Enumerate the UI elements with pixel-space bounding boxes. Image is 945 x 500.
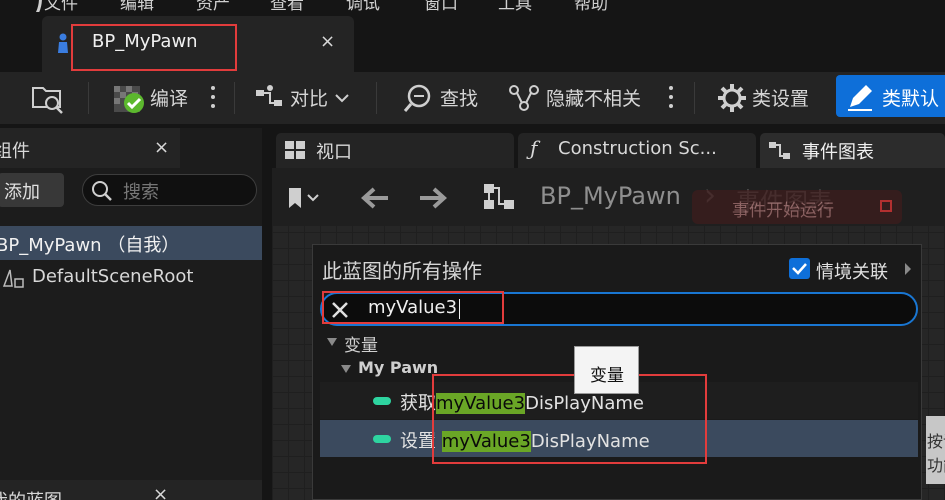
event-graph-icon (769, 142, 790, 159)
class-defaults-label: 类默认 (882, 88, 940, 110)
tab-construction-script-label: Construction Sc... (558, 138, 717, 159)
toolbar: 编译 对比 查找 隐藏不相关 类设置 (0, 72, 945, 124)
search-icon (92, 181, 112, 201)
details-fragment: 按调 功能 (926, 416, 945, 484)
add-component-button[interactable]: 添加 (0, 173, 64, 207)
menu-bar: 文件 编辑 资产 查看 调试 窗口 工具 帮助 (0, 0, 945, 12)
my-blueprint-panel-close-button[interactable]: × (153, 484, 168, 500)
compile-options-icon[interactable] (211, 86, 215, 112)
category-my-pawn-label: My Pawn (358, 358, 439, 377)
details-fragment-line1: 按调 (927, 432, 945, 451)
tab-event-graph-label: 事件图表 (802, 142, 874, 163)
tab-event-graph[interactable]: 事件图表 (760, 133, 945, 168)
variable-pill-icon (373, 397, 391, 405)
bookmark-icon[interactable] (286, 186, 322, 210)
components-panel-header: 组件 × (0, 128, 180, 168)
component-row-default-scene-root-label: DefaultSceneRoot (32, 266, 194, 287)
component-search-placeholder: 搜索 (123, 182, 159, 203)
expand-triangle-icon (327, 338, 337, 346)
context-sensitive-label: 情境关联 (816, 262, 888, 283)
details-fragment-line2: 功能 (927, 456, 945, 475)
forward-arrow-icon[interactable] (418, 186, 448, 210)
menu-edit[interactable]: 编辑 (120, 0, 154, 12)
hide-unrelated-options-icon[interactable] (669, 86, 673, 112)
menu-asset[interactable]: 资产 (196, 0, 230, 12)
menu-debug[interactable]: 调试 (346, 0, 380, 12)
breadcrumb-root[interactable]: BP_MyPawn (540, 182, 681, 210)
tooltip-text: 变量 (590, 366, 624, 386)
viewport-icon (285, 141, 305, 159)
menu-file[interactable]: 文件 (44, 0, 78, 12)
tooltip: 变量 (574, 346, 639, 394)
context-sensitive-checkbox[interactable] (789, 258, 810, 279)
component-row-self[interactable]: BP_MyPawn （自我） (0, 226, 262, 260)
components-panel-title: 组件 (0, 141, 30, 162)
add-component-label: 添加 (4, 182, 40, 203)
annotation-box-search (322, 291, 504, 324)
my-blueprint-panel-header: 我的蓝图 × (0, 480, 262, 500)
tab-viewport-label: 视口 (316, 142, 352, 163)
category-variables-label: 变量 (344, 336, 378, 356)
find-icon (403, 84, 431, 112)
component-row-self-label: BP_MyPawn （自我） (0, 235, 180, 256)
compile-button[interactable]: 编译 (150, 84, 188, 111)
node-exec-pin-icon[interactable] (880, 200, 892, 212)
hide-unrelated-icon (509, 85, 539, 111)
component-search-input[interactable]: 搜索 (82, 174, 257, 206)
class-settings-button[interactable]: 类设置 (752, 84, 809, 111)
menu-tools[interactable]: 工具 (498, 0, 532, 12)
chevron-right-icon[interactable] (903, 262, 913, 276)
pawn-icon (58, 33, 68, 53)
hide-unrelated-button[interactable]: 隐藏不相关 (546, 84, 641, 111)
scene-component-icon (2, 269, 24, 288)
class-defaults-button[interactable]: 类默认 (836, 75, 945, 117)
diff-icon (256, 85, 282, 106)
function-icon: ƒ (530, 136, 538, 160)
action-menu-title: 此蓝图的所有操作 (322, 259, 482, 283)
edit-icon (848, 85, 872, 111)
chevron-down-icon[interactable] (334, 92, 350, 104)
annotation-box-tab (71, 24, 237, 71)
menu-help[interactable]: 帮助 (574, 0, 608, 12)
expand-triangle-icon (341, 365, 351, 373)
graph-hierarchy-icon (484, 184, 514, 209)
gear-icon (718, 84, 746, 112)
menu-window[interactable]: 窗口 (424, 0, 458, 12)
begin-play-node[interactable]: 事件开始运行 (692, 190, 902, 224)
begin-play-node-title: 事件开始运行 (732, 201, 834, 221)
checkmark-icon (792, 263, 807, 275)
back-arrow-icon[interactable] (360, 186, 390, 210)
compile-status-icon (114, 86, 144, 113)
diff-button[interactable]: 对比 (290, 84, 328, 111)
variable-pill-icon (373, 435, 391, 443)
my-blueprint-panel-title: 我的蓝图 (0, 487, 62, 500)
find-button[interactable]: 查找 (440, 84, 478, 111)
menu-view[interactable]: 查看 (270, 0, 304, 12)
components-panel-close-button[interactable]: × (154, 137, 169, 158)
document-tab-close-button[interactable]: × (320, 31, 335, 52)
browse-asset-icon[interactable] (30, 80, 66, 116)
annotation-box-results (432, 374, 707, 464)
component-row-default-scene-root[interactable]: DefaultSceneRoot (0, 262, 262, 294)
tab-construction-script[interactable]: ƒ Construction Sc... (518, 133, 756, 168)
tab-viewport[interactable]: 视口 (276, 133, 514, 168)
